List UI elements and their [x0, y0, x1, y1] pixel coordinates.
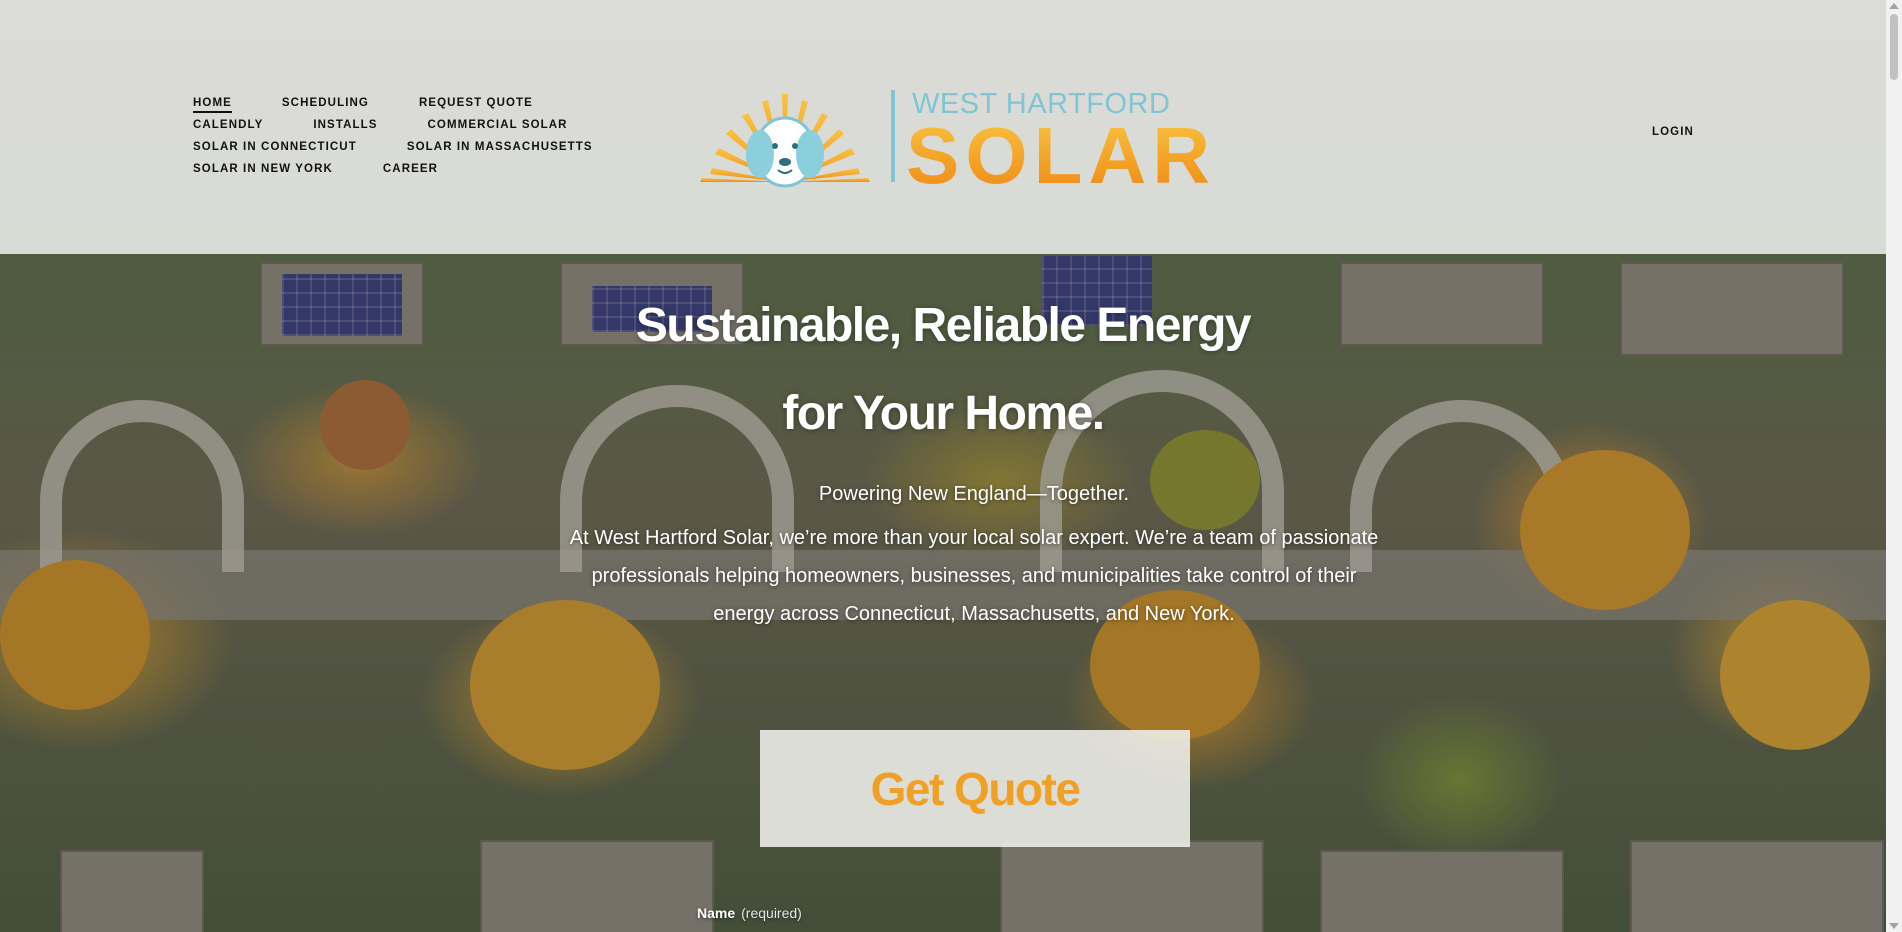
nav-row: CALENDLY INSTALLS COMMERCIAL SOLAR [193, 114, 613, 136]
main-navigation: HOME SCHEDULING REQUEST QUOTE CALENDLY I… [193, 92, 613, 180]
nav-row: SOLAR IN CONNECTICUT SOLAR IN MASSACHUSE… [193, 136, 613, 158]
login-link[interactable]: LOGIN [1652, 126, 1694, 138]
hero-title-line-1: Sustainable, Reliable Energy [635, 299, 1252, 352]
page-scrollbar[interactable] [1886, 0, 1902, 932]
hero-title-line-2: for Your Home. [782, 387, 1105, 440]
nav-link-solar-in-massachusetts[interactable]: SOLAR IN MASSACHUSETTS [407, 141, 593, 153]
get-quote-label: Get Quote [870, 762, 1081, 815]
nav-row: SOLAR IN NEW YORK CAREER [193, 158, 613, 180]
logo-divider [891, 90, 895, 182]
site-logo[interactable]: WEST HARTFORD SOLAR [690, 82, 1210, 196]
nav-link-solar-in-new-york[interactable]: SOLAR IN NEW YORK [193, 163, 333, 175]
nav-link-home[interactable]: HOME [193, 97, 232, 113]
nav-link-solar-in-connecticut[interactable]: SOLAR IN CONNECTICUT [193, 141, 357, 153]
nav-link-commercial-solar[interactable]: COMMERCIAL SOLAR [428, 119, 568, 131]
name-label-text: Name [697, 905, 736, 921]
nav-link-scheduling[interactable]: SCHEDULING [282, 97, 369, 109]
site-header: HOME SCHEDULING REQUEST QUOTE CALENDLY I… [0, 0, 1886, 254]
nav-link-calendly[interactable]: CALENDLY [193, 119, 263, 131]
name-field-label: Name (required) [697, 905, 802, 921]
nav-link-installs[interactable]: INSTALLS [313, 119, 377, 131]
logo-bottom-text: SOLAR [906, 111, 1216, 200]
scrollbar-thumb[interactable] [1890, 14, 1898, 80]
nav-link-request-quote[interactable]: REQUEST QUOTE [419, 97, 533, 109]
hero-description: At West Hartford Solar, we’re more than … [569, 527, 1379, 625]
nav-link-career[interactable]: CAREER [383, 163, 438, 175]
hero-tagline: Powering New England—Together. [818, 483, 1130, 505]
scroll-up-arrow-icon[interactable] [1889, 3, 1899, 9]
required-indicator: (required) [741, 905, 802, 921]
get-quote-button[interactable]: Get Quote [760, 730, 1190, 847]
dog-sunburst-logo-icon [700, 94, 870, 188]
scroll-down-arrow-icon[interactable] [1889, 923, 1899, 929]
nav-row: HOME SCHEDULING REQUEST QUOTE [193, 92, 613, 114]
